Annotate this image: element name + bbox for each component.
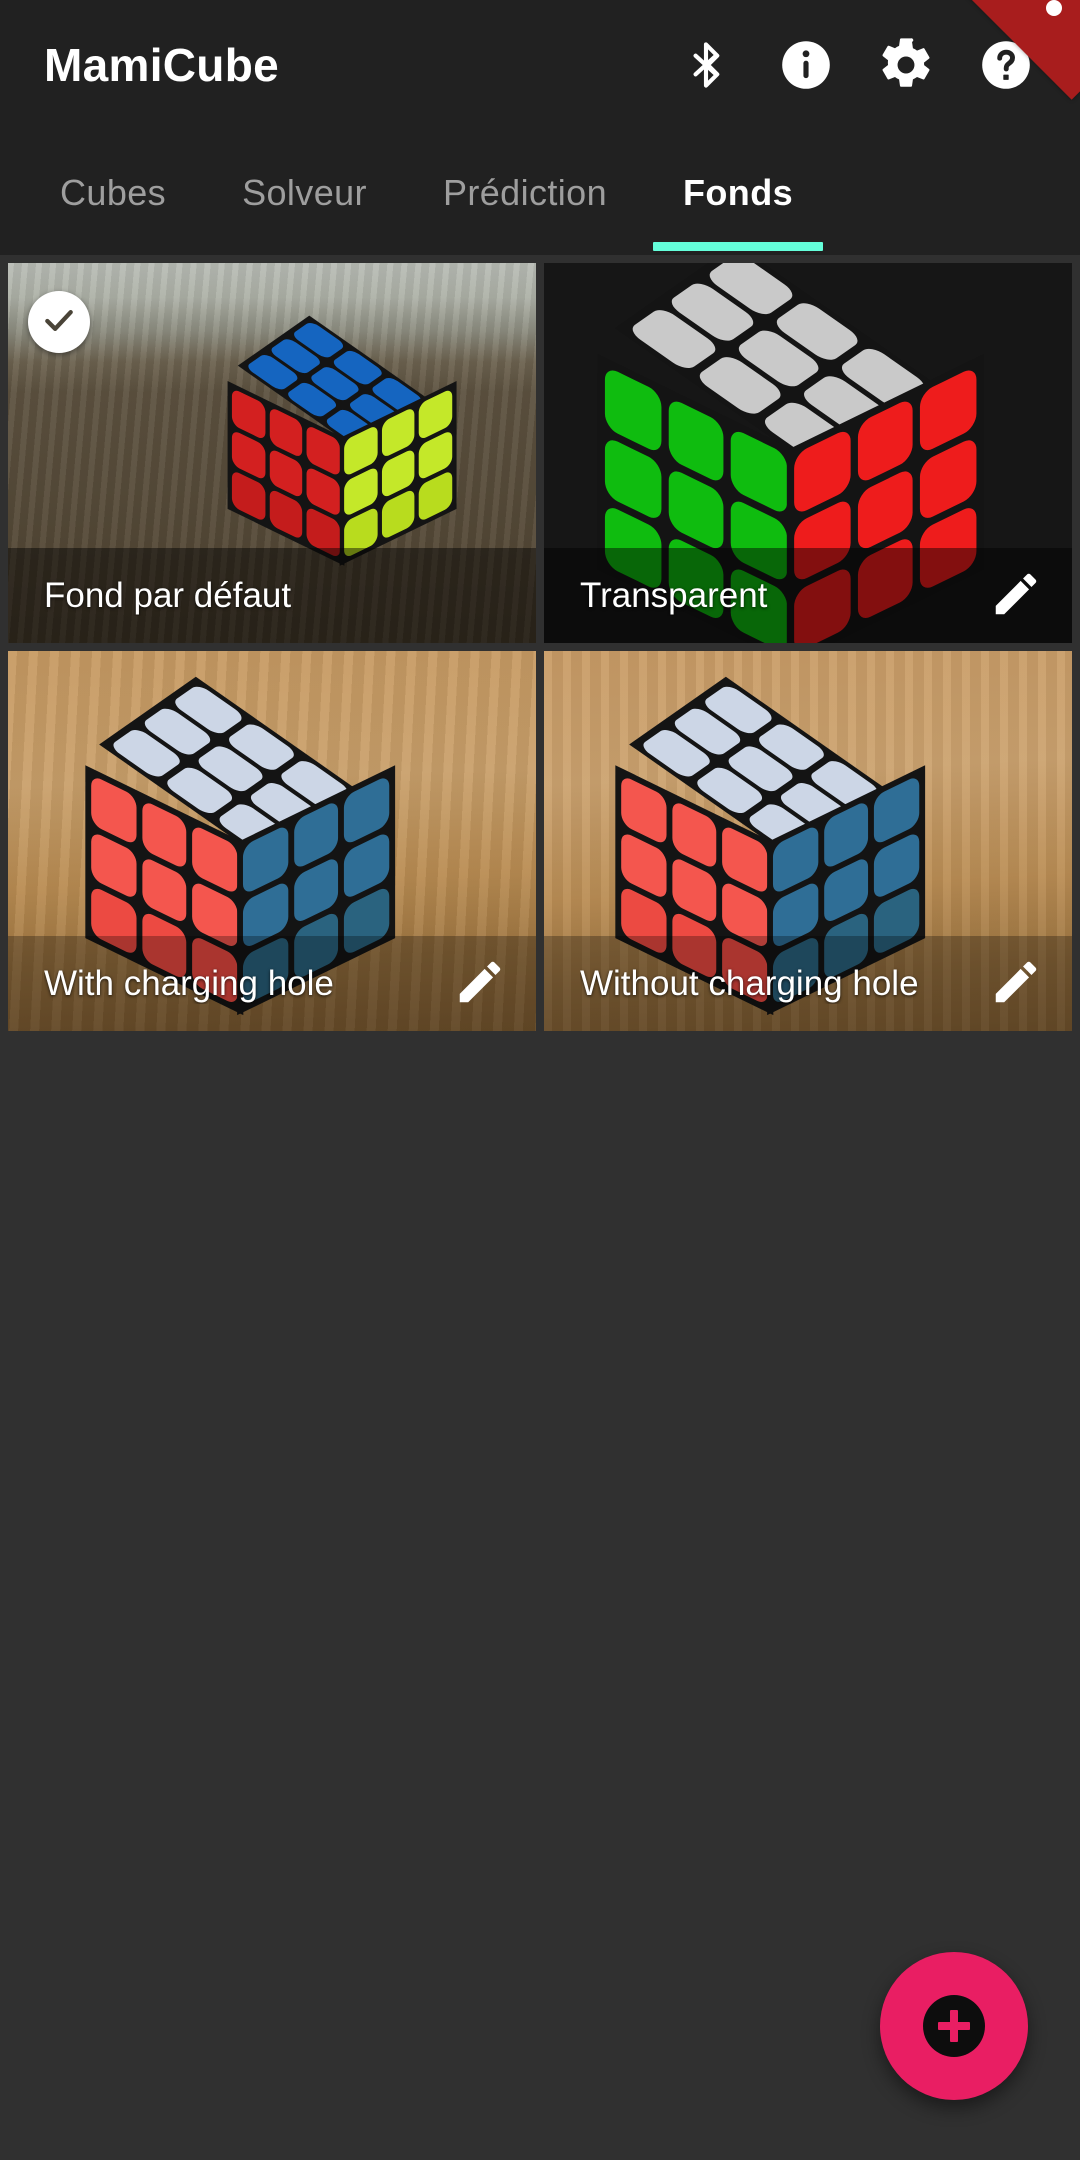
pencil-icon: [989, 955, 1043, 1012]
tab-cubes[interactable]: Cubes: [22, 130, 204, 255]
edit-background-button[interactable]: [448, 952, 512, 1016]
app-bar: MamiCube: [0, 0, 1080, 130]
card-label-bar: Without charging hole: [544, 936, 1072, 1031]
pencil-icon: [453, 955, 507, 1012]
add-background-fab[interactable]: [880, 1952, 1028, 2100]
card-label: Fond par défaut: [44, 575, 292, 615]
edit-background-button[interactable]: [984, 952, 1048, 1016]
tab-label: Solveur: [242, 171, 367, 213]
background-card-transparent[interactable]: Transparent: [544, 263, 1072, 643]
settings-button[interactable]: [870, 29, 942, 101]
background-card-with-charging-hole[interactable]: With charging hole: [8, 651, 536, 1031]
edit-background-button[interactable]: [984, 564, 1048, 628]
card-label: Transparent: [580, 575, 768, 615]
app-root: MamiCube Cubes Solveur Prédiction Fonds …: [0, 0, 1080, 2160]
backgrounds-grid: Fond par défaut Transparent With chargin…: [0, 255, 1080, 1031]
card-label-bar: With charging hole: [8, 936, 536, 1031]
appbar-actions: [670, 29, 1042, 101]
tab-fonds[interactable]: Fonds: [645, 130, 831, 255]
plus-icon: [937, 2009, 971, 2043]
tab-prediction[interactable]: Prédiction: [405, 130, 645, 255]
fab-inner-circle: [923, 1995, 985, 2057]
card-label: With charging hole: [44, 963, 334, 1003]
tab-label: Cubes: [60, 171, 167, 213]
bluetooth-button[interactable]: [670, 29, 742, 101]
tab-solveur[interactable]: Solveur: [204, 130, 405, 255]
corner-ribbon-dot: [1046, 0, 1062, 16]
background-card-default[interactable]: Fond par défaut: [8, 263, 536, 643]
info-button[interactable]: [770, 29, 842, 101]
page-title: MamiCube: [44, 39, 279, 91]
gear-icon: [877, 36, 935, 94]
card-label: Without charging hole: [580, 963, 919, 1003]
tab-label: Fonds: [683, 171, 794, 213]
check-icon: [39, 300, 79, 345]
selected-check-badge: [28, 291, 90, 353]
card-label-bar: Fond par défaut: [8, 548, 536, 643]
bluetooth-icon: [680, 39, 732, 91]
tab-bar: Cubes Solveur Prédiction Fonds: [0, 130, 1080, 255]
cube-render: [221, 315, 457, 576]
background-card-without-charging-hole[interactable]: Without charging hole: [544, 651, 1072, 1031]
tab-active-indicator: [653, 242, 824, 251]
info-icon: [778, 37, 834, 93]
tab-label: Prédiction: [442, 171, 608, 213]
card-label-bar: Transparent: [544, 548, 1072, 643]
pencil-icon: [989, 567, 1043, 624]
